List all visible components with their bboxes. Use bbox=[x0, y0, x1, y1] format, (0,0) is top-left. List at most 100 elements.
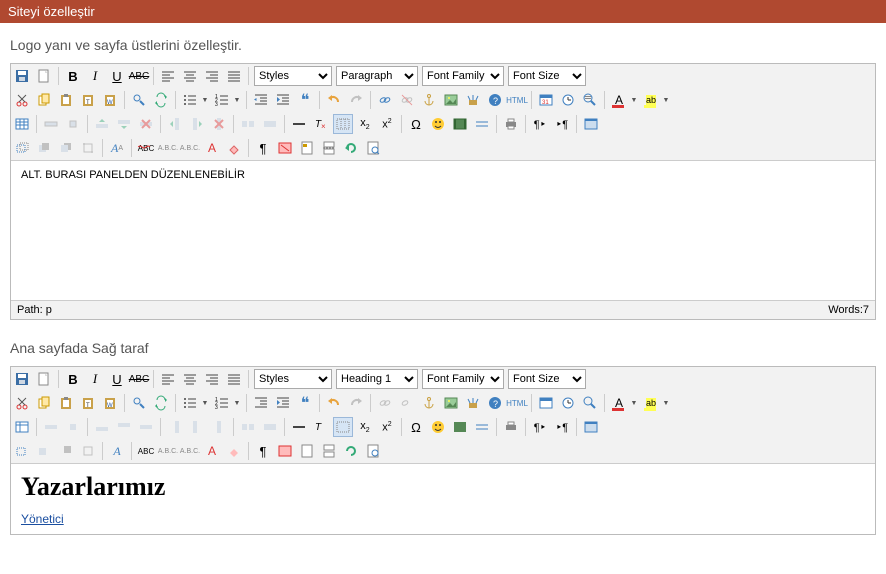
underline-button[interactable]: U bbox=[107, 66, 127, 86]
save-icon[interactable] bbox=[12, 66, 32, 86]
anchor-button[interactable] bbox=[419, 393, 439, 413]
emoticon-button[interactable] bbox=[428, 114, 448, 134]
fontsize-select[interactable]: Font Size bbox=[508, 369, 586, 389]
nonbreaking-button[interactable] bbox=[275, 441, 295, 461]
paste-icon[interactable] bbox=[56, 90, 76, 110]
find-icon[interactable] bbox=[129, 393, 149, 413]
table-button[interactable] bbox=[12, 417, 32, 437]
paste-text-icon[interactable]: T bbox=[78, 90, 98, 110]
abc2-button[interactable]: A.B.C. bbox=[180, 441, 200, 461]
content-link[interactable]: Yönetici bbox=[21, 512, 64, 526]
iespell-button[interactable] bbox=[363, 441, 383, 461]
html-button[interactable]: HTML bbox=[507, 90, 527, 110]
visual-aid-button[interactable] bbox=[333, 114, 353, 134]
number-list-button[interactable]: 123 bbox=[212, 393, 232, 413]
underline-button[interactable]: U bbox=[107, 369, 127, 389]
fontsize-select[interactable]: Font Size bbox=[508, 66, 586, 86]
forecolor-button[interactable]: A bbox=[609, 90, 629, 110]
col-before-button[interactable] bbox=[165, 417, 185, 437]
backcolor-button[interactable]: ab bbox=[641, 90, 661, 110]
delete-col-button[interactable] bbox=[209, 114, 229, 134]
cell-props-button[interactable] bbox=[63, 417, 83, 437]
abc2-button[interactable]: A.B.C. bbox=[180, 138, 200, 158]
row-props-button[interactable] bbox=[41, 114, 61, 134]
absolute-button[interactable] bbox=[78, 441, 98, 461]
editor-content[interactable]: ALT. BURASI PANELDEN DÜZENLENEBİLİR bbox=[11, 160, 875, 300]
date-button[interactable] bbox=[536, 393, 556, 413]
ltr-button[interactable]: ¶‣ bbox=[530, 114, 550, 134]
find-icon[interactable] bbox=[129, 90, 149, 110]
undo-button[interactable] bbox=[324, 393, 344, 413]
bullet-list-button[interactable] bbox=[180, 393, 200, 413]
split-cells-button[interactable] bbox=[238, 417, 258, 437]
format-select[interactable]: Heading 1 bbox=[336, 369, 418, 389]
abc-button[interactable]: A.B.C. bbox=[158, 138, 178, 158]
styles-select[interactable]: Styles bbox=[254, 66, 332, 86]
redo-button[interactable] bbox=[346, 90, 366, 110]
paste-word-icon[interactable]: W bbox=[100, 90, 120, 110]
visualchars-button[interactable]: ¶ bbox=[253, 138, 273, 158]
blockquote-button[interactable]: ❝ bbox=[295, 393, 315, 413]
moveforward-button[interactable] bbox=[34, 441, 54, 461]
spellcheck-button[interactable]: ABC bbox=[136, 441, 156, 461]
print-button[interactable] bbox=[501, 114, 521, 134]
paste-icon[interactable] bbox=[56, 393, 76, 413]
cleanup-button[interactable] bbox=[463, 393, 483, 413]
italic-button[interactable]: I bbox=[85, 369, 105, 389]
link-button[interactable] bbox=[375, 393, 395, 413]
sup-button[interactable]: x2 bbox=[377, 417, 397, 437]
row-after-button[interactable] bbox=[114, 114, 134, 134]
preview-button[interactable] bbox=[580, 393, 600, 413]
outdent-button[interactable] bbox=[251, 393, 271, 413]
hr-button[interactable] bbox=[289, 417, 309, 437]
link-button[interactable] bbox=[375, 90, 395, 110]
dropdown-arrow[interactable]: ▼ bbox=[662, 393, 670, 413]
movebackward-button[interactable] bbox=[56, 138, 76, 158]
media-button[interactable] bbox=[450, 114, 470, 134]
delete-col-button[interactable] bbox=[209, 417, 229, 437]
visualchars-button[interactable]: ¶ bbox=[253, 441, 273, 461]
align-center-button[interactable] bbox=[180, 369, 200, 389]
cleanup-button[interactable] bbox=[463, 90, 483, 110]
dropdown-arrow[interactable]: ▼ bbox=[662, 90, 670, 110]
bold-button[interactable]: B bbox=[63, 369, 83, 389]
restore-button[interactable] bbox=[341, 441, 361, 461]
pagebreak-button[interactable] bbox=[319, 441, 339, 461]
backcolor-button[interactable]: ab bbox=[641, 393, 661, 413]
remove-format-button[interactable]: T bbox=[311, 417, 331, 437]
eraser-button[interactable] bbox=[224, 138, 244, 158]
dropdown-arrow[interactable]: ▼ bbox=[630, 393, 638, 413]
dropdown-arrow[interactable]: ▼ bbox=[630, 90, 638, 110]
emoticon-button[interactable] bbox=[428, 417, 448, 437]
newdoc-icon[interactable] bbox=[34, 66, 54, 86]
dropdown-arrow[interactable]: ▼ bbox=[201, 393, 209, 413]
merge-cells-button[interactable] bbox=[260, 417, 280, 437]
html-button[interactable]: HTML bbox=[507, 393, 527, 413]
replace-icon[interactable] bbox=[151, 393, 171, 413]
time-button[interactable] bbox=[558, 393, 578, 413]
fullscreen-button[interactable] bbox=[581, 114, 601, 134]
align-left-button[interactable] bbox=[158, 66, 178, 86]
align-justify-button[interactable] bbox=[224, 369, 244, 389]
align-right-button[interactable] bbox=[202, 369, 222, 389]
replace-icon[interactable] bbox=[151, 90, 171, 110]
sub-button[interactable]: x2 bbox=[355, 114, 375, 134]
paste-text-icon[interactable]: T bbox=[78, 393, 98, 413]
moveforward-button[interactable] bbox=[34, 138, 54, 158]
styleprops-button[interactable]: A bbox=[107, 441, 127, 461]
time-button[interactable] bbox=[558, 90, 578, 110]
remove-format-button[interactable]: T× bbox=[311, 114, 331, 134]
charmap-button[interactable]: Ω bbox=[406, 114, 426, 134]
rtl-button[interactable]: ‣¶ bbox=[552, 417, 572, 437]
dropdown-arrow[interactable]: ▼ bbox=[201, 90, 209, 110]
table-button[interactable] bbox=[12, 114, 32, 134]
absolute-button[interactable] bbox=[78, 138, 98, 158]
restore-button[interactable] bbox=[341, 138, 361, 158]
merge-cells-button[interactable] bbox=[260, 114, 280, 134]
eraser-button[interactable] bbox=[224, 441, 244, 461]
pagebreak-button[interactable] bbox=[319, 138, 339, 158]
copy-icon[interactable] bbox=[34, 393, 54, 413]
hr-button[interactable] bbox=[289, 114, 309, 134]
save-icon[interactable] bbox=[12, 369, 32, 389]
date-button[interactable]: 31 bbox=[536, 90, 556, 110]
